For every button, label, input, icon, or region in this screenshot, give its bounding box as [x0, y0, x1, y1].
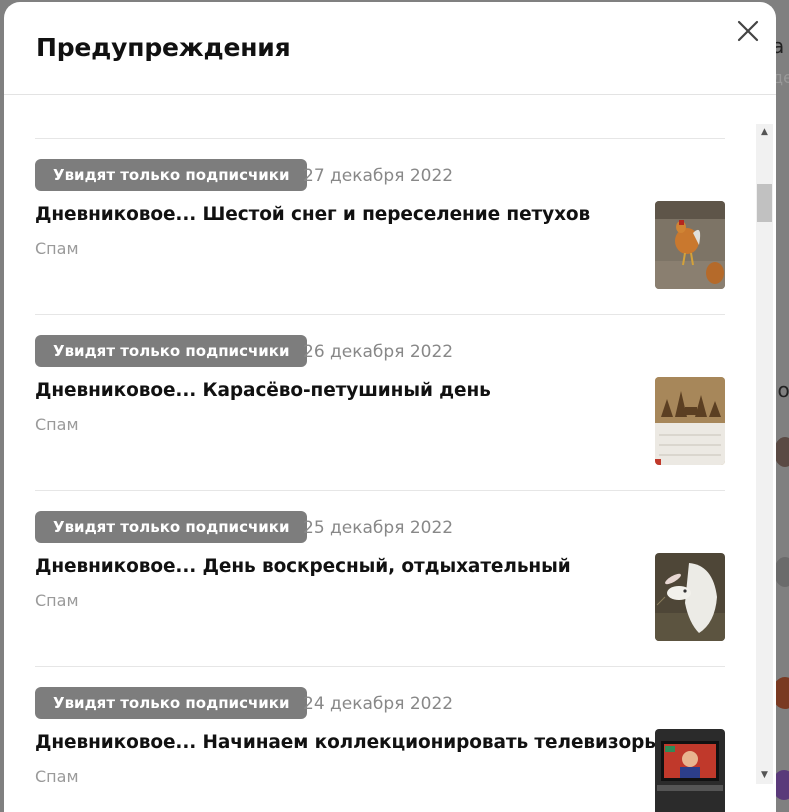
scrollbar-thumb[interactable]: [757, 184, 772, 222]
scroll-down-arrow-icon[interactable]: ▼: [756, 767, 773, 784]
warning-reason: Спам: [35, 239, 79, 258]
warnings-list-scroll[interactable]: Увидят только подписчики 27 декабря 2022…: [4, 95, 776, 812]
calendar-photo-icon: [655, 377, 725, 465]
background-avatar: [774, 437, 789, 467]
post-thumbnail[interactable]: [655, 553, 725, 641]
modal-header: Предупреждения: [4, 2, 776, 95]
visibility-badge: Увидят только подписчики: [35, 159, 308, 191]
warning-item[interactable]: Увидят только подписчики 26 декабря 2022…: [35, 314, 725, 491]
close-button[interactable]: [733, 16, 763, 46]
post-thumbnail[interactable]: [655, 201, 725, 289]
post-title-link[interactable]: Дневниковое... Начинаем коллекционироват…: [35, 732, 661, 753]
vertical-scrollbar[interactable]: ▲ ▼: [756, 124, 773, 784]
tv-photo-icon: [655, 729, 725, 812]
warnings-modal: Предупреждения Увидят только подписчики …: [4, 2, 776, 812]
warning-date: 24 декабря 2022: [303, 694, 454, 714]
goat-photo-icon: [655, 553, 725, 641]
visibility-badge: Увидят только подписчики: [35, 687, 308, 719]
warning-date: 27 декабря 2022: [303, 166, 454, 186]
rooster-photo-icon: [655, 201, 725, 289]
post-title-link[interactable]: Дневниковое... День воскресный, отдыхате…: [35, 556, 571, 577]
warning-reason: Спам: [35, 591, 79, 610]
warning-reason: Спам: [35, 767, 79, 786]
warning-item[interactable]: Увидят только подписчики 27 декабря 2022…: [35, 138, 725, 315]
visibility-badge: Увидят только подписчики: [35, 511, 308, 543]
post-title-link[interactable]: Дневниковое... Карасёво-петушиный день: [35, 380, 491, 401]
warning-date: 26 декабря 2022: [303, 342, 454, 362]
visibility-badge: Увидят только подписчики: [35, 335, 308, 367]
post-title-link[interactable]: Дневниковое... Шестой снег и переселение…: [35, 204, 590, 225]
warning-item[interactable]: Увидят только подписчики 25 декабря 2022…: [35, 490, 725, 667]
background-avatar: [774, 557, 789, 587]
warning-date: 25 декабря 2022: [303, 518, 454, 538]
post-thumbnail[interactable]: [655, 377, 725, 465]
post-thumbnail[interactable]: [655, 729, 725, 812]
warning-item[interactable]: Увидят только подписчики 24 декабря 2022…: [35, 666, 725, 812]
warning-reason: Спам: [35, 415, 79, 434]
modal-title: Предупреждения: [36, 33, 291, 62]
scroll-up-arrow-icon[interactable]: ▲: [756, 124, 773, 141]
close-icon: [737, 20, 759, 42]
